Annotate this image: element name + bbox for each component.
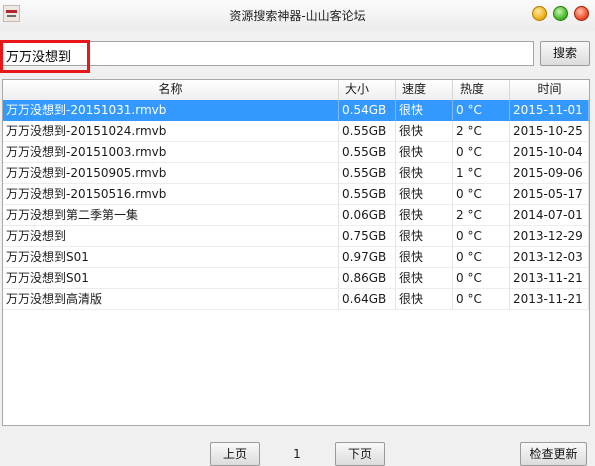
cell-size: 0.55GB (339, 163, 396, 184)
cell-time: 2015-10-25 (510, 121, 589, 142)
cell-size: 0.55GB (339, 121, 396, 142)
table-row[interactable]: 万万没想到-20151024.rmvb 0.55GB 很快 2 °C 2015-10-2… (3, 121, 589, 142)
cell-name: 万万没想到-20151024.rmvb (3, 121, 339, 142)
table-row[interactable]: 万万没想到-20150516.rmvb 0.55GB 很快 0 °C 2015-05-1… (3, 184, 589, 205)
table-row[interactable]: 万万没想到 0.75GB 很快 0 °C 2013-12-29 (3, 226, 589, 247)
column-header-name[interactable]: 名称 (3, 80, 339, 100)
cell-name: 万万没想到-20151003.rmvb (3, 142, 339, 163)
column-header-heat[interactable]: 热度 (453, 80, 510, 100)
cell-heat: 2 °C (453, 121, 510, 142)
cell-name: 万万没想到S01 (3, 268, 339, 289)
cell-speed: 很快 (396, 226, 453, 247)
close-icon[interactable] (574, 6, 589, 21)
cell-size: 0.86GB (339, 268, 396, 289)
cell-time: 2015-10-04 (510, 142, 589, 163)
cell-speed: 很快 (396, 100, 453, 121)
cell-name: 万万没想到-20151031.rmvb (3, 100, 339, 121)
cell-name: 万万没想到高清版 (3, 289, 339, 310)
cell-speed: 很快 (396, 163, 453, 184)
page-number: 1 (293, 447, 301, 461)
check-update-button[interactable]: 检查更新 (520, 442, 587, 466)
cell-size: 0.97GB (339, 247, 396, 268)
cell-name: 万万没想到 (3, 226, 339, 247)
cell-time: 2013-11-21 (510, 268, 589, 289)
cell-size: 0.55GB (339, 142, 396, 163)
table-row[interactable]: 万万没想到S01 0.97GB 很快 0 °C 2013-12-03 (3, 247, 589, 268)
minimize-icon[interactable] (532, 6, 547, 21)
search-highlight-box (0, 40, 90, 73)
table-row[interactable]: 万万没想到高清版 0.64GB 很快 0 °C 2013-11-21 (3, 289, 589, 310)
cell-time: 2013-11-21 (510, 289, 589, 310)
cell-name: 万万没想到-20150516.rmvb (3, 184, 339, 205)
cell-speed: 很快 (396, 289, 453, 310)
cell-heat: 0 °C (453, 142, 510, 163)
cell-heat: 0 °C (453, 268, 510, 289)
cell-name: 万万没想到-20150905.rmvb (3, 163, 339, 184)
search-button[interactable]: 搜索 (540, 41, 590, 66)
table-row[interactable]: 万万没想到-20150905.rmvb 0.55GB 很快 1 °C 2015-09-0… (3, 163, 589, 184)
cell-time: 2014-07-01 (510, 205, 589, 226)
column-header-time[interactable]: 时间 (510, 80, 589, 100)
prev-page-button[interactable]: 上页 (210, 442, 260, 466)
cell-speed: 很快 (396, 121, 453, 142)
cell-time: 2015-11-01 (510, 100, 589, 121)
cell-speed: 很快 (396, 268, 453, 289)
cell-size: 0.06GB (339, 205, 396, 226)
column-header-size[interactable]: 大小 (339, 80, 396, 100)
cell-name: 万万没想到S01 (3, 247, 339, 268)
window-title: 资源搜索神器-山山客论坛 (229, 9, 366, 23)
title-bar: 资源搜索神器-山山客论坛 (0, 0, 595, 30)
cell-size: 0.75GB (339, 226, 396, 247)
cell-time: 2015-05-17 (510, 184, 589, 205)
cell-heat: 1 °C (453, 163, 510, 184)
cell-heat: 2 °C (453, 205, 510, 226)
cell-time: 2015-09-06 (510, 163, 589, 184)
table-row[interactable]: 万万没想到S01 0.86GB 很快 0 °C 2013-11-21 (3, 268, 589, 289)
cell-heat: 0 °C (453, 247, 510, 268)
column-header-speed[interactable]: 速度 (396, 80, 453, 100)
cell-name: 万万没想到第二季第一集 (3, 205, 339, 226)
cell-time: 2013-12-29 (510, 226, 589, 247)
cell-heat: 0 °C (453, 226, 510, 247)
cell-speed: 很快 (396, 247, 453, 268)
table-row[interactable]: 万万没想到第二季第一集 0.06GB 很快 2 °C 2014-07-01 (3, 205, 589, 226)
next-page-button[interactable]: 下页 (335, 442, 385, 466)
cell-heat: 0 °C (453, 289, 510, 310)
cell-size: 0.64GB (339, 289, 396, 310)
maximize-icon[interactable] (553, 6, 568, 21)
cell-heat: 0 °C (453, 100, 510, 121)
cell-size: 0.54GB (339, 100, 396, 121)
cell-size: 0.55GB (339, 184, 396, 205)
cell-speed: 很快 (396, 142, 453, 163)
cell-time: 2013-12-03 (510, 247, 589, 268)
cell-speed: 很快 (396, 205, 453, 226)
results-table: 名称 大小 速度 热度 时间 万万没想到-20151031.rmvb 0.54GB… (2, 79, 590, 426)
cell-speed: 很快 (396, 184, 453, 205)
table-row[interactable]: 万万没想到-20151031.rmvb 0.54GB 很快 0 °C 2015-11-0… (3, 100, 589, 121)
cell-heat: 0 °C (453, 184, 510, 205)
table-row[interactable]: 万万没想到-20151003.rmvb 0.55GB 很快 0 °C 2015-10-0… (3, 142, 589, 163)
table-header: 名称 大小 速度 热度 时间 (3, 80, 589, 101)
